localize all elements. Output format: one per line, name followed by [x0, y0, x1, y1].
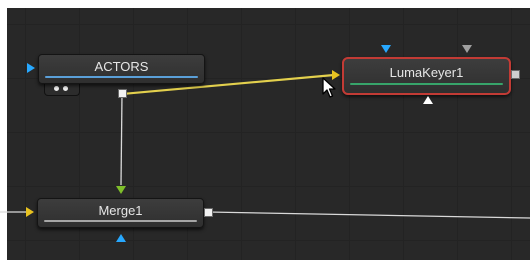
lumakeyer-node-bar	[350, 83, 503, 85]
view-indicator-dot-right	[63, 86, 68, 91]
actors-input-port[interactable]	[27, 63, 35, 73]
actors-output-port[interactable]	[118, 89, 127, 98]
lumakeyer-foreground-port[interactable]	[381, 45, 391, 53]
actors-node-bar	[45, 76, 198, 78]
lumakeyer-garbage-mask-port[interactable]	[462, 45, 472, 53]
merge-effect-mask-port[interactable]	[116, 234, 126, 242]
lumakeyer-effect-mask-port[interactable]	[423, 96, 433, 104]
flow-editor: ACTORS LumaKeyer1 Merge1	[0, 0, 530, 260]
merge-output-port[interactable]	[204, 208, 213, 217]
merge-foreground-port[interactable]	[116, 186, 126, 194]
actors-node-label: ACTORS	[94, 59, 149, 74]
view-indicator-dots-icon	[54, 86, 59, 91]
lumakeyer-node[interactable]: LumaKeyer1	[342, 57, 511, 95]
merge-node-label: Merge1	[98, 203, 143, 218]
mouse-pointer-icon	[322, 77, 336, 98]
actors-node[interactable]: ACTORS	[38, 54, 205, 84]
merge-background-port[interactable]	[26, 207, 34, 217]
merge-node-bar	[44, 220, 197, 222]
lumakeyer-node-label: LumaKeyer1	[389, 65, 464, 80]
merge-node[interactable]: Merge1	[37, 198, 204, 228]
lumakeyer-output-port[interactable]	[511, 70, 520, 79]
